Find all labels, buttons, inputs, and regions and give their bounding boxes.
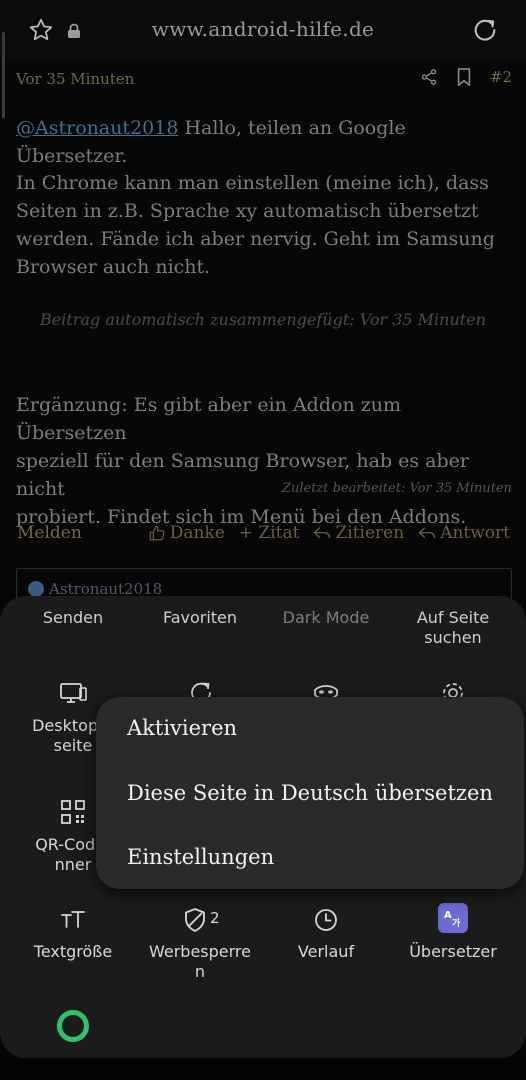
post-paragraph-3: Ergänzung: Es gibt aber ein Addon zum Üb… xyxy=(16,391,514,531)
status-ring-icon[interactable] xyxy=(57,1010,89,1042)
translator-popup-menu: Aktivieren Diese Seite in Deutsch überse… xyxy=(96,697,524,889)
post-number[interactable]: #2 xyxy=(490,68,512,86)
popup-settings[interactable]: Einstellungen xyxy=(127,845,274,869)
menu-send[interactable]: Senden xyxy=(10,608,136,628)
post-line: Seiten in z.B. Sprache xy automatisch üb… xyxy=(16,200,479,222)
menu-ad-blocker-line2: n xyxy=(194,962,206,981)
quote-add-label: + Zitat xyxy=(238,523,300,543)
menu-dark-mode[interactable]: Dark Mode xyxy=(263,608,389,628)
menu-ad-blocker-line1: Werbesperre xyxy=(148,942,251,961)
qr-code-icon[interactable] xyxy=(58,797,88,827)
merged-note: Beitrag automatisch zusammengefügt: Vor … xyxy=(40,310,486,329)
history-clock-icon[interactable] xyxy=(311,905,341,935)
post-line: werden. Fände ich aber nervig. Geht im S… xyxy=(16,228,495,250)
post-action-bar: Danke + Zitat Zitieren Antwort xyxy=(148,523,510,543)
mention-link[interactable]: @Astronaut2018 xyxy=(16,117,178,139)
thanks-button[interactable]: Danke xyxy=(148,523,225,543)
desktop-icon[interactable] xyxy=(58,678,88,708)
thumbs-up-icon xyxy=(149,525,165,541)
post-line: In Chrome kann man einstellen (meine ich… xyxy=(16,172,489,194)
bookmark-icon[interactable] xyxy=(456,68,472,86)
menu-ad-blocker[interactable]: Werbesperre n xyxy=(137,942,263,982)
menu-history[interactable]: Verlauf xyxy=(263,942,389,962)
post-paragraph-2: In Chrome kann man einstellen (meine ich… xyxy=(16,169,514,281)
menu-text-size[interactable]: Textgröße xyxy=(10,942,136,962)
reply-label: Antwort xyxy=(440,523,510,543)
svg-text:가: 가 xyxy=(452,917,461,929)
post-paragraph-1: @Astronaut2018 Hallo, teilen an Google Ü… xyxy=(16,114,514,170)
reload-icon[interactable] xyxy=(471,16,499,44)
scrollbar[interactable] xyxy=(2,32,5,118)
edited-note: Zuletzt bearbeitet: Vor 35 Minuten xyxy=(281,481,512,496)
post-line: Browser auch nicht. xyxy=(16,256,211,278)
text-size-icon[interactable] xyxy=(58,905,88,935)
reply-arrow-icon xyxy=(314,527,331,538)
ad-block-shield-icon[interactable] xyxy=(180,905,210,935)
system-nav-bar xyxy=(0,1058,526,1080)
cite-button[interactable]: Zitieren xyxy=(313,523,404,543)
svg-text:A: A xyxy=(444,910,452,921)
share-icon[interactable] xyxy=(420,68,438,86)
reply-arrow-icon xyxy=(419,527,436,538)
post-top-actions: #2 xyxy=(420,68,512,86)
menu-find-in-page[interactable]: Auf Seite suchen xyxy=(390,608,516,648)
url-field[interactable]: www.android-hilfe.de xyxy=(0,17,526,41)
reply-button[interactable]: Antwort xyxy=(418,523,510,543)
menu-favorites[interactable]: Favoriten xyxy=(137,608,263,628)
ad-block-count-badge: 2 xyxy=(210,909,220,927)
report-link[interactable]: Melden xyxy=(17,523,82,543)
thumbs-badge-icon xyxy=(28,581,44,597)
menu-translator[interactable]: Übersetzer xyxy=(390,942,516,962)
menu-find-line2: suchen xyxy=(424,628,482,647)
popup-activate[interactable]: Aktivieren xyxy=(127,716,237,740)
popup-translate-page[interactable]: Diese Seite in Deutsch übersetzen xyxy=(127,781,493,805)
menu-find-line1: Auf Seite xyxy=(416,608,490,627)
quote-add-button[interactable]: + Zitat xyxy=(239,523,300,543)
translator-icon[interactable]: A가 xyxy=(438,903,468,933)
browser-toolbar: www.android-hilfe.de xyxy=(0,0,526,62)
thanks-label: Danke xyxy=(169,523,225,543)
post-time: Vor 35 Minuten xyxy=(16,70,135,88)
cite-label: Zitieren xyxy=(335,523,405,543)
post-line: Ergänzung: Es gibt aber ein Addon zum Üb… xyxy=(16,394,401,444)
